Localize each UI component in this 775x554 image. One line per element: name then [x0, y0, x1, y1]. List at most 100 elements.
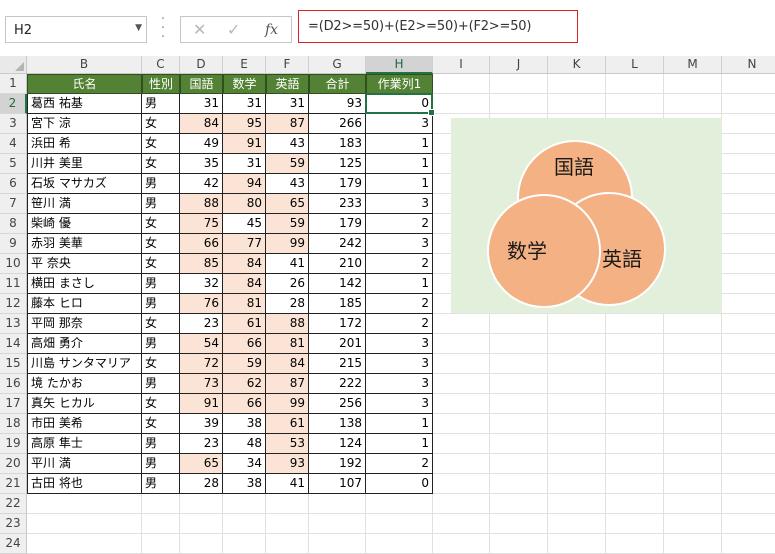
table-cell[interactable]: 2: [366, 214, 433, 234]
row-header-1[interactable]: 1: [0, 74, 27, 94]
table-cell[interactable]: 0: [366, 474, 433, 494]
table-cell[interactable]: 66: [180, 234, 223, 254]
table-cell[interactable]: 3: [366, 374, 433, 394]
table-cell[interactable]: 95: [223, 114, 266, 134]
cell[interactable]: [490, 534, 548, 554]
column-header-m[interactable]: M: [664, 56, 722, 74]
column-header-k[interactable]: K: [548, 56, 606, 74]
table-cell[interactable]: 23: [180, 314, 223, 334]
chevron-down-icon[interactable]: ▼: [135, 23, 142, 33]
table-cell[interactable]: 男: [142, 434, 180, 454]
table-cell[interactable]: 男: [142, 194, 180, 214]
cell[interactable]: [266, 514, 309, 534]
cell[interactable]: [548, 394, 606, 414]
cell[interactable]: [722, 174, 775, 194]
column-header-l[interactable]: L: [606, 56, 664, 74]
cell[interactable]: [27, 534, 142, 554]
cell[interactable]: [722, 434, 775, 454]
table-cell[interactable]: 75: [180, 214, 223, 234]
table-cell[interactable]: 183: [309, 134, 366, 154]
cell[interactable]: [722, 134, 775, 154]
table-cell[interactable]: 高原 隼士: [27, 434, 142, 454]
cell[interactable]: [722, 314, 775, 334]
cell[interactable]: [309, 494, 366, 514]
cell[interactable]: [722, 374, 775, 394]
table-cell[interactable]: 葛西 祐基: [27, 94, 142, 114]
table-cell[interactable]: 192: [309, 454, 366, 474]
table-cell[interactable]: 28: [180, 474, 223, 494]
table-cell[interactable]: 赤羽 美華: [27, 234, 142, 254]
cell[interactable]: [606, 334, 664, 354]
cell[interactable]: [722, 414, 775, 434]
table-cell[interactable]: 市田 美希: [27, 414, 142, 434]
table-cell[interactable]: 古田 将也: [27, 474, 142, 494]
table-cell[interactable]: 77: [223, 234, 266, 254]
table-cell[interactable]: 3: [366, 354, 433, 374]
table-cell[interactable]: 女: [142, 214, 180, 234]
table-cell[interactable]: 1: [366, 274, 433, 294]
cell[interactable]: [366, 514, 433, 534]
table-cell[interactable]: 65: [180, 454, 223, 474]
row-header-10[interactable]: 10: [0, 254, 27, 274]
table-cell[interactable]: 女: [142, 254, 180, 274]
table-cell[interactable]: 81: [223, 294, 266, 314]
cell[interactable]: [433, 434, 490, 454]
cell[interactable]: [664, 414, 722, 434]
table-cell[interactable]: 28: [266, 294, 309, 314]
cell[interactable]: [490, 94, 548, 114]
cell[interactable]: [490, 474, 548, 494]
cell[interactable]: [490, 354, 548, 374]
table-cell[interactable]: 2: [366, 294, 433, 314]
table-cell[interactable]: 高畑 勇介: [27, 334, 142, 354]
table-cell[interactable]: 93: [266, 454, 309, 474]
table-cell[interactable]: 1: [366, 174, 433, 194]
cell[interactable]: [664, 94, 722, 114]
row-header-4[interactable]: 4: [0, 134, 27, 154]
cell[interactable]: [722, 234, 775, 254]
cell[interactable]: [548, 314, 606, 334]
table-cell[interactable]: 3: [366, 394, 433, 414]
cell[interactable]: [606, 514, 664, 534]
table-cell[interactable]: 31: [180, 94, 223, 114]
table-cell[interactable]: 43: [266, 174, 309, 194]
row-header-12[interactable]: 12: [0, 294, 27, 314]
cell[interactable]: [664, 334, 722, 354]
cell[interactable]: [490, 74, 548, 94]
cell[interactable]: [606, 414, 664, 434]
cell[interactable]: [606, 474, 664, 494]
cell[interactable]: [548, 94, 606, 114]
cell[interactable]: [548, 514, 606, 534]
table-cell[interactable]: 男: [142, 294, 180, 314]
insert-function-icon[interactable]: fx: [265, 22, 278, 38]
cell[interactable]: [606, 374, 664, 394]
table-cell[interactable]: 38: [223, 414, 266, 434]
cell[interactable]: [606, 494, 664, 514]
table-cell[interactable]: 0: [366, 94, 433, 114]
venn-diagram[interactable]: 国語 数学 英語: [451, 118, 722, 313]
cell[interactable]: [548, 334, 606, 354]
table-cell[interactable]: 49: [180, 134, 223, 154]
row-header-14[interactable]: 14: [0, 334, 27, 354]
table-cell[interactable]: 1: [366, 154, 433, 174]
table-cell[interactable]: 172: [309, 314, 366, 334]
cell[interactable]: [433, 74, 490, 94]
table-cell[interactable]: 平 奈央: [27, 254, 142, 274]
cell[interactable]: [433, 534, 490, 554]
cell[interactable]: [722, 474, 775, 494]
cell[interactable]: [664, 374, 722, 394]
cell[interactable]: [664, 434, 722, 454]
table-cell[interactable]: 222: [309, 374, 366, 394]
cell[interactable]: [606, 454, 664, 474]
cell[interactable]: [664, 74, 722, 94]
table-cell[interactable]: 73: [180, 374, 223, 394]
table-header-cell[interactable]: 作業列1: [366, 74, 433, 94]
cell[interactable]: [27, 514, 142, 534]
cell[interactable]: [27, 494, 142, 514]
table-cell[interactable]: 125: [309, 154, 366, 174]
cell[interactable]: [548, 74, 606, 94]
table-cell[interactable]: 185: [309, 294, 366, 314]
cell[interactable]: [606, 354, 664, 374]
table-cell[interactable]: 23: [180, 434, 223, 454]
table-header-cell[interactable]: 数学: [223, 74, 266, 94]
table-cell[interactable]: 平川 満: [27, 454, 142, 474]
